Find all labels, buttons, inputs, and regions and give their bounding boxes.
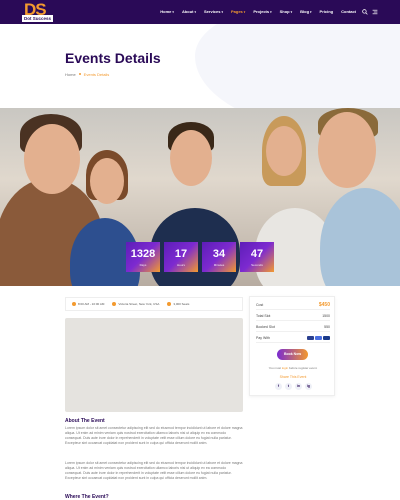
mastercard-icon [315,335,322,340]
person-shirt [320,188,400,286]
countdown-seconds: 47 Seconds [240,242,274,272]
share-label: Share This Event [279,375,307,379]
person-face [90,158,124,204]
search-icon[interactable] [362,9,368,15]
facebook-icon[interactable]: f [275,383,282,390]
event-location: Victoria Street, New York, USA [112,302,159,306]
book-now-button[interactable]: Book Now [277,349,308,360]
countdown-days: 1328 Days [126,242,160,272]
nav-item-home[interactable]: Home▾ [160,9,174,14]
breadcrumb-home[interactable]: Home [65,72,76,77]
event-hero-image: 1328 Days 17 Hours 34 Minutes 47 Seconds [0,108,400,286]
nav-item-projects[interactable]: Projects▾ [253,9,271,14]
breadcrumb: Home Events Details [65,72,109,77]
amex-icon [323,335,330,340]
site-header: DS Dot Success Home▾ About▾ Services▾ Pa… [0,0,400,24]
countdown-label: Days [139,263,147,267]
banner-decoration [195,24,400,108]
chevron-down-icon: ▾ [172,10,174,14]
nav-item-shop[interactable]: Shop▾ [280,9,293,14]
countdown-value: 34 [212,248,226,260]
chevron-down-icon: ▾ [221,10,223,14]
cost-row: Cost $450 [256,300,330,310]
countdown-value: 1328 [130,248,156,260]
booked-slot-value: 550 [324,324,330,329]
breadcrumb-separator [78,73,81,75]
site-logo[interactable]: DS Dot Success [22,0,62,24]
event-attendees: 3,000 Seats [167,302,189,306]
login-link[interactable]: login [282,366,288,370]
linkedin-icon[interactable]: in [295,383,302,390]
person-face [170,130,212,186]
event-meta-bar: 8:00 AM - 10:00 AM Victoria Street, New … [65,297,243,311]
countdown-label: Hours [176,263,185,267]
pay-with-row: Pay With [256,333,330,343]
countdown-hours: 17 Hours [164,242,198,272]
instagram-icon[interactable]: ig [305,383,312,390]
nav-item-contact[interactable]: Contact [341,9,356,14]
total-slot-row: Total Slot 1500 [256,311,330,321]
total-slot-label: Total Slot [256,313,271,318]
page-title: Events Details [65,50,161,66]
countdown-value: 17 [174,248,188,260]
nav-item-services[interactable]: Services▾ [204,9,223,14]
nav-item-pages[interactable]: Pages▾ [231,9,245,14]
total-slot-value: 1500 [322,313,330,318]
login-note: You must login before register event. [268,366,318,370]
clock-icon [72,302,76,306]
person-face [266,126,302,176]
person-face [24,124,80,194]
payment-methods [307,335,330,340]
chevron-down-icon: ▾ [290,10,293,14]
countdown-label: Minutes [213,263,225,267]
nav-item-blog[interactable]: Blog▾ [300,9,311,14]
event-map[interactable] [65,318,243,412]
nav-item-pricing[interactable]: Pricing [320,9,334,14]
booked-slot-label: Booked Slot [256,324,275,329]
logo-subtitle: Dot Success [22,15,54,22]
main-nav: Home▾ About▾ Services▾ Pages▾ Projects▾ … [160,9,356,14]
cost-label: Cost [256,302,264,307]
menu-icon[interactable] [372,9,378,15]
person-face [318,112,376,188]
event-time: 8:00 AM - 10:00 AM [72,302,104,306]
chevron-down-icon: ▾ [270,10,272,14]
twitter-icon[interactable]: t [285,383,292,390]
about-paragraph: Lorem ipsum dolor sit amet consectetur a… [65,426,243,445]
booked-slot-row: Booked Slot 550 [256,322,330,332]
breadcrumb-current: Events Details [83,72,110,77]
user-icon [167,302,172,306]
location-pin-icon [112,302,117,306]
chevron-down-icon: ▾ [243,10,246,14]
page-banner: Events Details Home Events Details [0,24,400,108]
chevron-down-icon: ▾ [310,10,312,14]
event-countdown: 1328 Days 17 Hours 34 Minutes 47 Seconds [126,242,274,272]
countdown-label: Seconds [251,263,263,267]
pay-with-label: Pay With [256,335,271,340]
about-paragraph: Lorem ipsum dolor sit amet consectetur a… [65,461,243,480]
countdown-value: 47 [250,248,264,260]
nav-item-about[interactable]: About▾ [182,9,196,14]
countdown-minutes: 34 Minutes [202,242,236,272]
about-heading: About The Event [65,418,105,424]
visa-icon [307,335,314,340]
ticket-card: Cost $450 Total Slot 1500 Booked Slot 55… [249,296,335,396]
where-heading: Where The Event? [65,494,109,500]
social-share: f t in ig [275,383,312,390]
cost-value: $450 [318,301,330,308]
chevron-down-icon: ▾ [194,10,197,14]
